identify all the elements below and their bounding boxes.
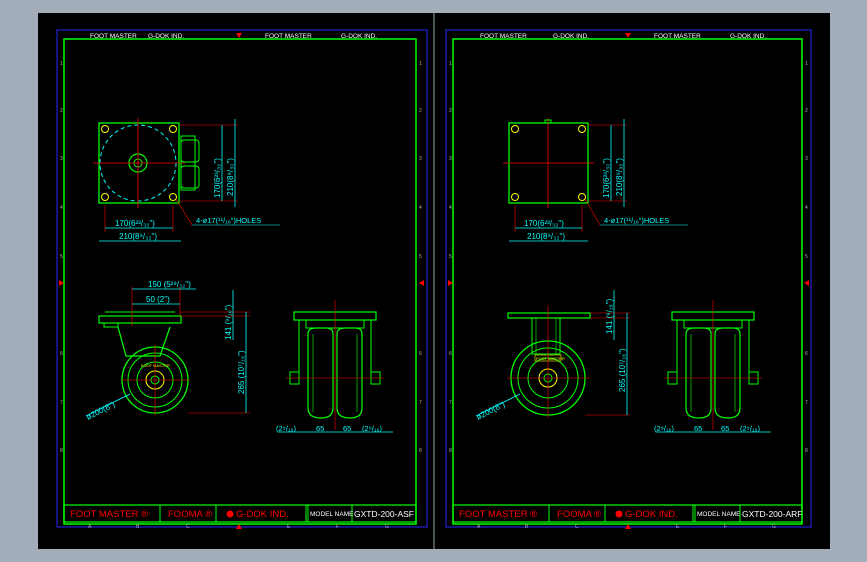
zone-row-label: 1 [449, 61, 452, 67]
dim-side-plate: 141 (⁹/₁₆") [224, 304, 233, 340]
title-model-label: MODEL NAME [310, 511, 354, 518]
header-brand-2: G-DOK IND. [148, 33, 184, 40]
gdok-logo-icon [615, 510, 623, 518]
zone-row-label: 8 [60, 448, 63, 454]
zone-row-label: 2 [60, 108, 63, 114]
dim-top-v-inner: 170(6²³/₃₂") [213, 158, 222, 198]
dim-front-b: 65 [694, 424, 702, 433]
zone-row-label: 2 [419, 108, 422, 114]
zone-col-label: G [772, 524, 776, 530]
dim-front-c: 65 [343, 424, 351, 433]
zone-row-label: 6 [449, 351, 452, 357]
title-brand-footmaster: FOOT MASTER ® [70, 509, 148, 520]
zone-row-label: 7 [419, 400, 422, 406]
zone-row-label: 1 [60, 61, 63, 67]
header-brand-3: FOOT MASTER [265, 33, 312, 40]
title-model-value: GXTD-200-ARF [742, 509, 802, 519]
dim-top-h-inner: 170(6²³/₃₂") [115, 219, 155, 228]
dim-top-v-outer: 210(8⁹/₃₂") [226, 158, 235, 196]
header-brand-4: G-DOK IND. [730, 33, 766, 40]
zone-row-label: 2 [449, 108, 452, 114]
dim-top-h-outer: 210(8⁹/₃₂") [119, 232, 157, 241]
zone-row-label: 2 [805, 108, 808, 114]
zone-row-label: 4 [805, 205, 808, 211]
zone-row-label: 4 [449, 205, 452, 211]
dim-top-h-outer: 210(8⁹/₃₂") [527, 232, 565, 241]
zone-col-label: F [336, 524, 339, 530]
cad-drawing-canvas[interactable]: FOOT MASTER G-DOK IND. FOOT MASTER G-DOK… [0, 0, 867, 562]
zone-row-label: 7 [449, 400, 452, 406]
zone-row-label: 8 [805, 448, 808, 454]
dim-side-offset-outer: 150 (5²⁹/₃₂") [148, 280, 191, 289]
dim-side-plate: 141 (⁹/₁₆") [605, 298, 614, 334]
zone-col-label: C [186, 524, 190, 530]
zone-row-label: 4 [419, 205, 422, 211]
dim-side-height: 265 (10⁷/₁₆") [237, 350, 246, 394]
dim-front-c: 65 [721, 424, 729, 433]
dim-side-offset-inner: 50 (2") [146, 295, 170, 304]
gdok-logo-icon [226, 510, 234, 518]
zone-row-label: 5 [60, 254, 63, 260]
title-brand-fooma: FOOMA ® [168, 509, 212, 520]
header-brand-1: FOOT MASTER [90, 33, 137, 40]
zone-col-label: F [724, 524, 727, 530]
zone-col-label: C [575, 524, 579, 530]
header-brand-1: FOOT MASTER [480, 33, 527, 40]
top-holes-note: 4-ø17(¹¹/₁₆")HOLES [196, 216, 261, 225]
zone-row-label: 5 [805, 254, 808, 260]
title-brand-gdok: G-DOK IND. [625, 509, 678, 520]
title-brand-footmaster: FOOT MASTER ® [459, 509, 537, 520]
dim-top-v-outer: 210(8⁹/₃₂") [615, 158, 624, 196]
zone-row-label: 6 [805, 351, 808, 357]
zone-row-label: 8 [449, 448, 452, 454]
zone-row-label: 5 [419, 254, 422, 260]
zone-row-label: 3 [805, 156, 808, 162]
zone-row-label: 7 [60, 400, 63, 406]
top-holes-note: 4-ø17(¹¹/₁₆")HOLES [604, 216, 669, 225]
title-model-label: MODEL NAME [697, 511, 741, 518]
dim-front-b: 65 [316, 424, 324, 433]
zone-row-label: 6 [60, 351, 63, 357]
title-brand-fooma: FOOMA ® [557, 509, 601, 520]
zone-row-label: 7 [805, 400, 808, 406]
dim-top-h-inner: 170(6²³/₃₂") [524, 219, 564, 228]
zone-row-label: 3 [419, 156, 422, 162]
dim-top-v-inner: 170(6²³/₃₂") [602, 158, 611, 198]
dim-front-a: (2⁹/₁₆) [654, 424, 675, 433]
zone-row-label: 4 [60, 205, 63, 211]
dim-front-d: (2⁹/₁₆) [362, 424, 383, 433]
zone-row-label: 5 [449, 254, 452, 260]
title-model-value: GXTD-200-ASF [354, 509, 414, 519]
header-brand-3: FOOT MASTER [654, 33, 701, 40]
dim-side-height: 265 (10⁷/₁₆") [618, 348, 627, 392]
wheel-brand-label: FOOT MASTER [536, 356, 565, 361]
wheel-brand-label: FOOT MASTER [141, 363, 170, 368]
zone-row-label: 3 [449, 156, 452, 162]
zone-col-label: G [385, 524, 389, 530]
title-brand-gdok: G-DOK IND. [236, 509, 289, 520]
dim-front-d: (2⁹/₁₆) [740, 424, 761, 433]
header-brand-2: G-DOK IND. [553, 33, 589, 40]
zone-row-label: 1 [419, 61, 422, 67]
header-brand-4: G-DOK IND. [341, 33, 377, 40]
zone-row-label: 1 [805, 61, 808, 67]
zone-row-label: 3 [60, 156, 63, 162]
zone-row-label: 8 [419, 448, 422, 454]
zone-row-label: 6 [419, 351, 422, 357]
dim-front-a: (2⁹/₁₆) [276, 424, 297, 433]
